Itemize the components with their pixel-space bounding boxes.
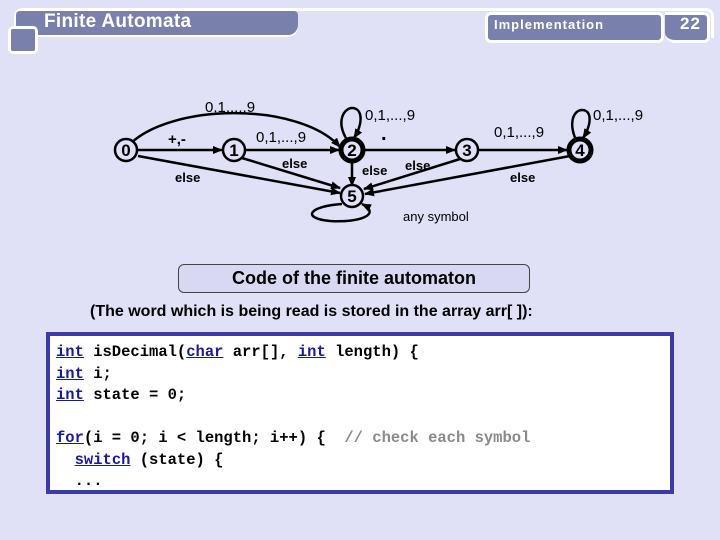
page-number: 22 (680, 14, 701, 33)
code-line: for(i = 0; i < length; i++) { // check e… (56, 428, 670, 450)
label-3-5: else (405, 158, 430, 173)
code-line: int i; (56, 364, 670, 386)
label-2-5: else (362, 163, 387, 178)
svg-text:1: 1 (229, 141, 238, 160)
label-4-5: else (510, 170, 535, 185)
code-text: state = 0; (83, 386, 187, 404)
code-text: isDecimal( (83, 343, 187, 361)
edge-2-2 (340, 106, 363, 141)
state-3: 3 (454, 137, 480, 163)
state-5: 5 (339, 183, 365, 209)
code-text: arr[], (223, 343, 298, 361)
label-5-5: any symbol (403, 209, 469, 224)
code-keyword: int (56, 343, 84, 361)
corner-decoration (8, 26, 38, 54)
code-line: int isDecimal(char arr[], int length) { (56, 342, 670, 364)
slide-title: Finite Automata (44, 11, 192, 32)
label-4-4: 0,1,...,9 (593, 107, 643, 124)
state-1: 1 (221, 137, 247, 163)
code-keyword: int (56, 364, 84, 383)
code-text: ... (56, 472, 103, 490)
edge-5-5 (310, 202, 372, 223)
state-0: 0 (113, 137, 139, 163)
code-text: (i = 0; i < length; i++) { (83, 429, 345, 447)
code-line: int state = 0; (56, 385, 670, 407)
code-keyword: int (56, 386, 84, 404)
code-keyword: switch (74, 450, 131, 469)
code-block: int isDecimal(char arr[], int length) {i… (46, 332, 674, 494)
code-keyword: int (297, 343, 326, 361)
label-2-2: 0,1,...,9 (365, 107, 415, 124)
svg-text:4: 4 (575, 141, 585, 160)
code-keyword: char (186, 343, 224, 361)
section-label: Implementation (494, 17, 605, 32)
svg-text:3: 3 (462, 141, 471, 160)
label-0-2: 0,1,...,9 (205, 99, 255, 116)
label-0-5: else (175, 170, 200, 185)
code-line: switch (state) { (56, 450, 670, 472)
edge-0-5 (137, 154, 341, 196)
label-1-5: else (282, 156, 307, 171)
dfa-diagram: 0 1 2 3 4 5 0,1,...,9 +,- else 0,1,...,9… (113, 99, 643, 224)
svg-text:5: 5 (347, 187, 356, 206)
code-text: length) { (325, 343, 419, 361)
state-2: 2 (338, 136, 366, 164)
code-keyword: for (56, 429, 84, 447)
code-section-note: (The word which is being read is stored … (90, 303, 533, 320)
label-3-4: 0,1,...,9 (494, 124, 544, 141)
state-4: 4 (566, 136, 594, 164)
code-text: (state) { (130, 450, 224, 469)
label-0-1: +,- (168, 131, 186, 148)
label-2-3: . (381, 123, 387, 145)
code-text: i; (83, 364, 112, 383)
svg-text:2: 2 (347, 141, 356, 160)
code-section-title: Code of the finite automaton (178, 264, 530, 293)
label-1-2: 0,1,...,9 (256, 129, 306, 146)
svg-text:0: 0 (121, 141, 130, 160)
code-line: ... (56, 471, 670, 493)
code-comment: // check each symbol (344, 429, 531, 447)
edge-4-4 (571, 108, 592, 141)
